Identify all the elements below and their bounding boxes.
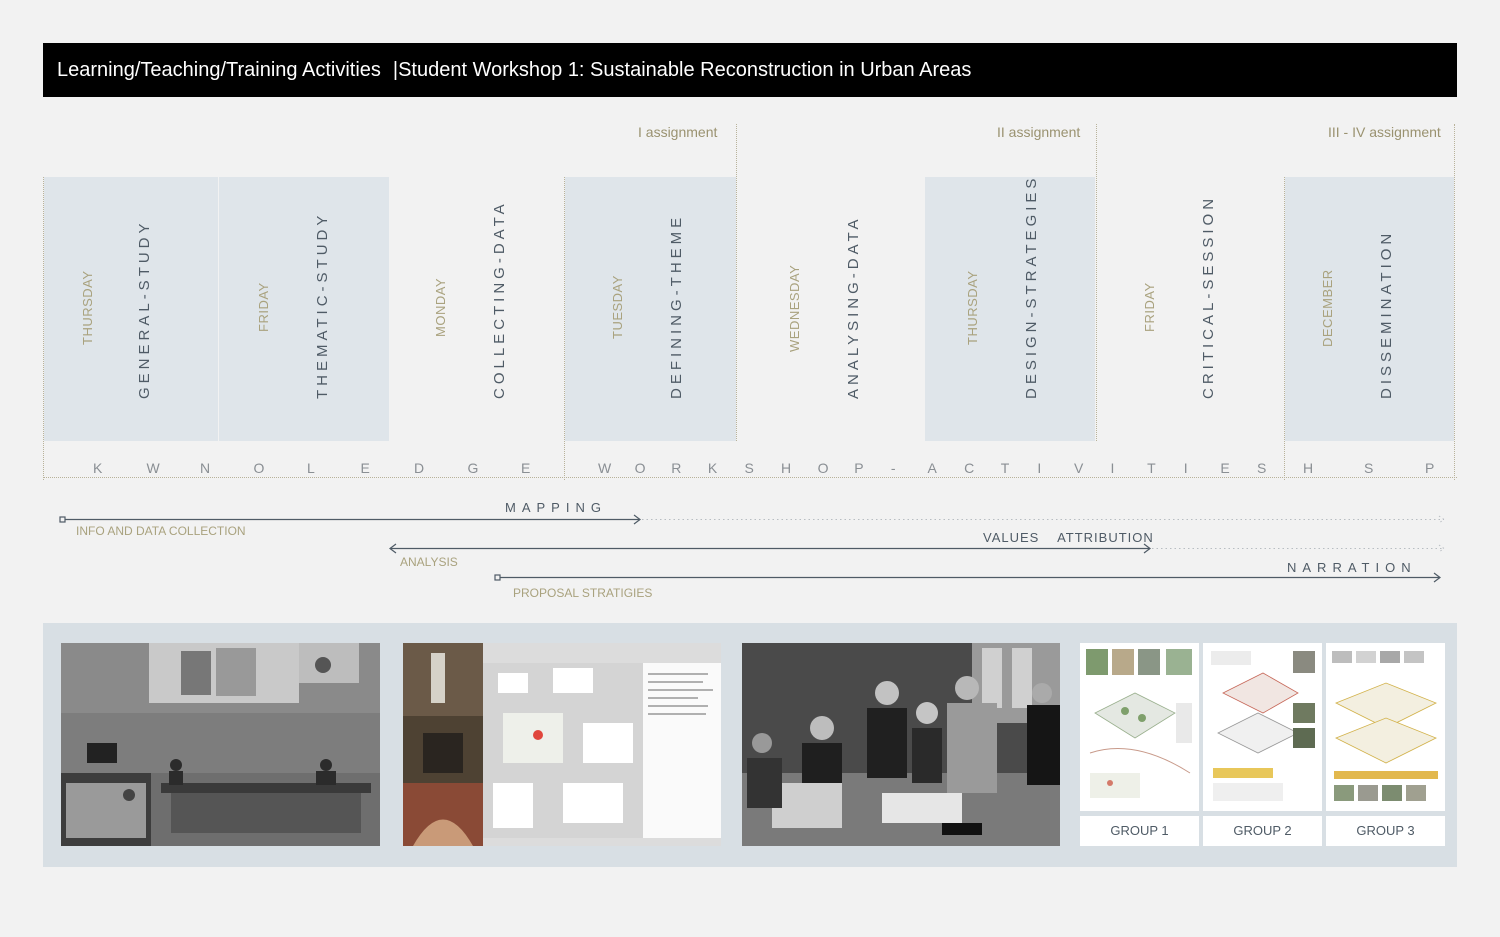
- workshop-photo-illustration: [742, 643, 1060, 846]
- poster-thumbnail: [1332, 651, 1438, 801]
- gis-map-screenshot: [403, 643, 721, 846]
- group-2-label: GROUP 2: [1203, 816, 1322, 846]
- narration-label: NARRATION: [1287, 560, 1417, 575]
- gis-map-illustration: [403, 643, 721, 846]
- poster-thumbnail: [1211, 651, 1315, 801]
- poster-group-1: [1080, 643, 1199, 811]
- values-label: VALUES ATTRIBUTION: [983, 530, 1154, 545]
- mapping-start-marker: [59, 516, 66, 523]
- mapping-label: MAPPING: [505, 500, 607, 515]
- narration-start-marker: [494, 574, 501, 581]
- values-sublabel: ANALYSIS: [400, 555, 458, 569]
- poster-thumbnail: [1086, 649, 1192, 798]
- workshop-photo: [742, 643, 1060, 846]
- mapping-sublabel: INFO AND DATA COLLECTION: [76, 524, 246, 538]
- group-3-label: GROUP 3: [1326, 816, 1445, 846]
- group-1-label: GROUP 1: [1080, 816, 1199, 846]
- lecture-photo: [61, 643, 380, 846]
- narration-sublabel: PROPOSAL STRATIGIES: [513, 586, 653, 600]
- lecture-photo-illustration: [61, 643, 380, 846]
- poster-group-3: [1326, 643, 1445, 811]
- poster-group-2: [1203, 643, 1322, 811]
